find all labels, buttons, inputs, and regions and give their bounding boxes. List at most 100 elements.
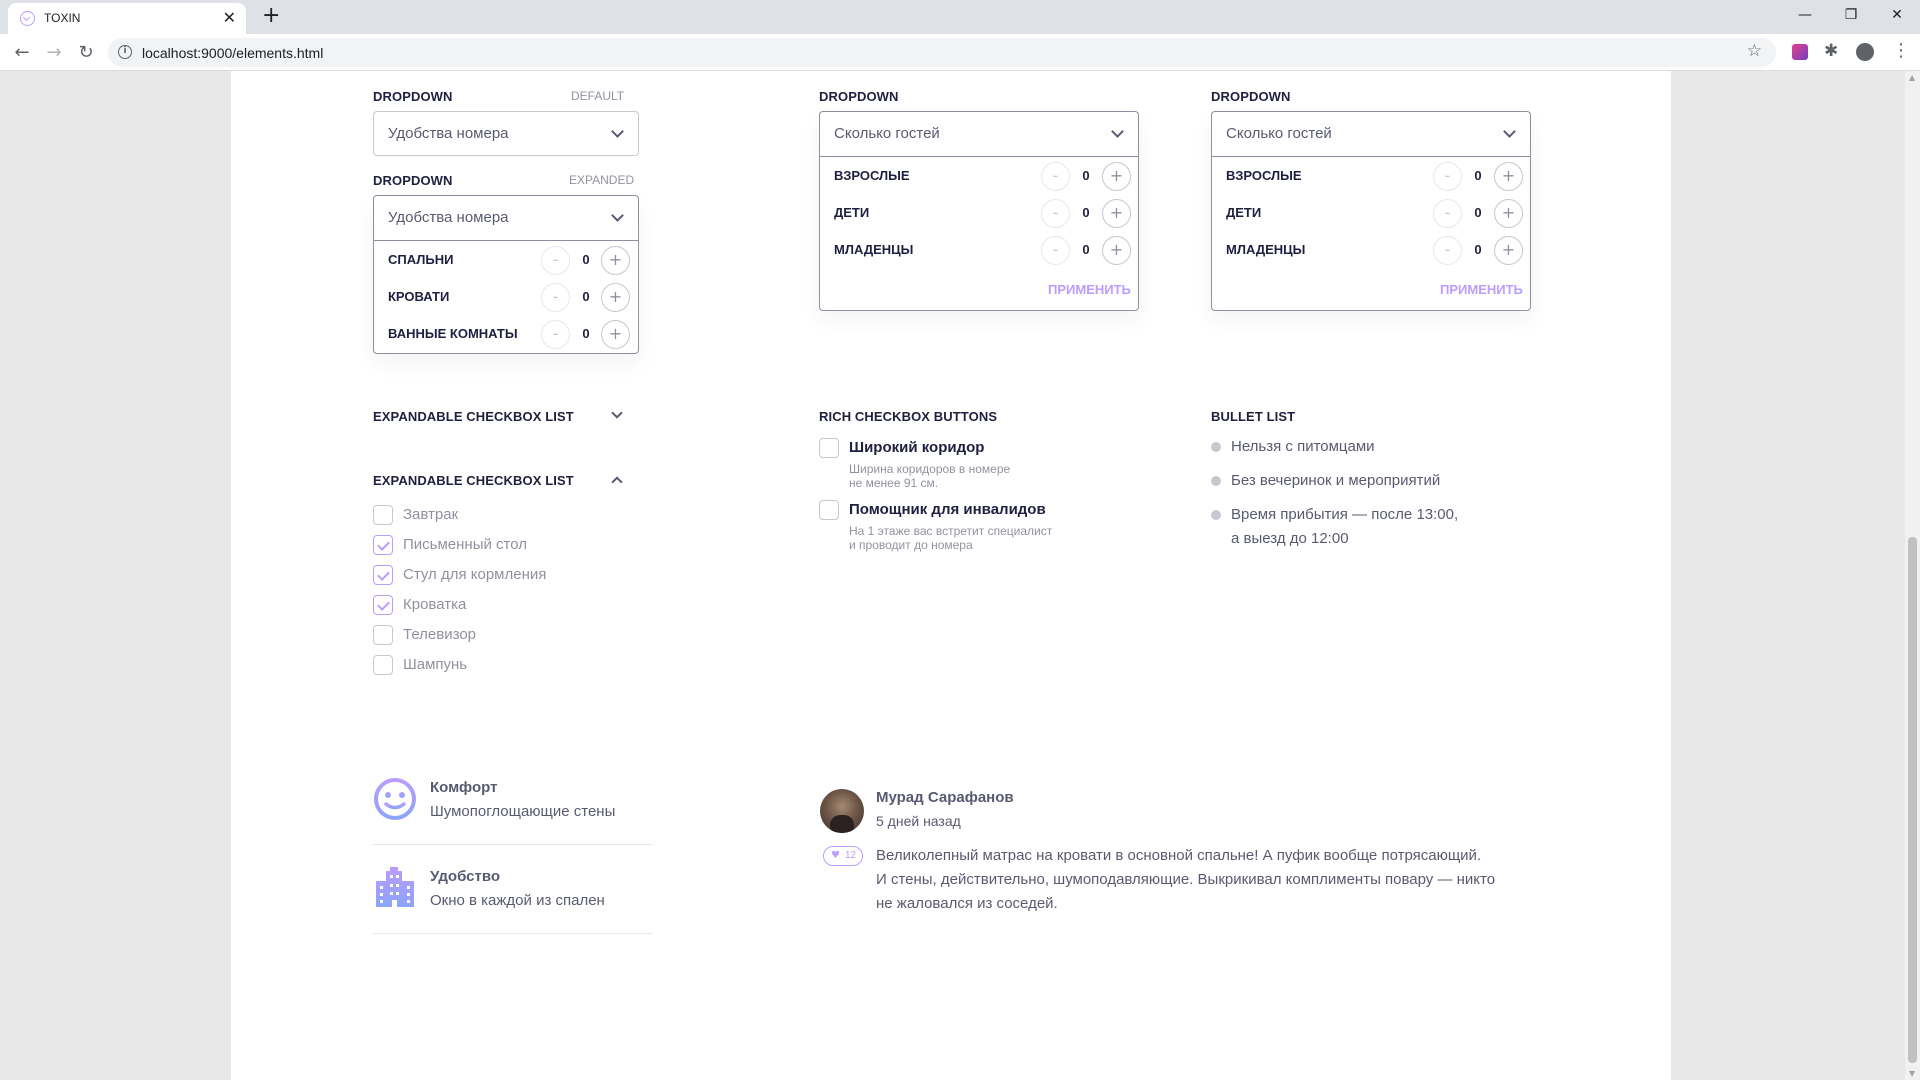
- bullet-item-continuation: а выезд до 12:00: [1231, 530, 1349, 547]
- feature-divider: [373, 933, 653, 934]
- back-button[interactable]: ←: [10, 40, 34, 64]
- counter-value: 0: [1082, 205, 1090, 220]
- bullet-item: Нельзя с питомцами: [1231, 438, 1375, 455]
- counter-value: 0: [582, 326, 590, 341]
- apply-button[interactable]: Применить: [1048, 282, 1131, 297]
- increment-button[interactable]: +: [1494, 162, 1523, 191]
- dropdown-default-title: Dropdown: [373, 89, 453, 104]
- dropdown-expanded-title: Dropdown: [373, 173, 453, 188]
- increment-button[interactable]: +: [1494, 199, 1523, 228]
- counter-value: 0: [1082, 168, 1090, 183]
- checkbox-label[interactable]: Шампунь: [403, 656, 467, 673]
- decrement-button[interactable]: -: [1041, 162, 1070, 191]
- chevron-down-icon[interactable]: [1111, 125, 1124, 138]
- profile-avatar-icon[interactable]: [1856, 43, 1874, 61]
- feature-description: Шумопоглощающие стены: [430, 803, 616, 820]
- checkbox-desk[interactable]: [373, 535, 393, 555]
- guests-dropdown-b[interactable]: Сколько гостей Взрослые - 0 + Дети - 0 +…: [1211, 111, 1531, 311]
- increment-button[interactable]: +: [1102, 236, 1131, 265]
- checkbox-list-expanded-title[interactable]: Expandable checkbox list: [373, 473, 574, 488]
- address-bar[interactable]: i localhost:9000/elements.html ☆: [108, 38, 1776, 67]
- bookmark-star-icon[interactable]: ☆: [1747, 41, 1762, 61]
- browser-menu-icon[interactable]: ⋮: [1892, 40, 1912, 61]
- dropdown-header[interactable]: Сколько гостей: [1212, 112, 1530, 156]
- counter-label: Младенцы: [834, 242, 914, 257]
- feature-title: Комфорт: [430, 779, 498, 796]
- reload-button[interactable]: ↻: [74, 40, 98, 64]
- rich-checkbox-disabled-assistant[interactable]: [819, 500, 839, 520]
- checkbox-label[interactable]: Стул для кормления: [403, 566, 546, 583]
- review-author: Мурад Сарафанов: [876, 789, 1014, 806]
- increment-button[interactable]: +: [1102, 162, 1131, 191]
- chevron-down-icon[interactable]: [611, 125, 624, 138]
- url-text[interactable]: localhost:9000/elements.html: [142, 45, 323, 61]
- decrement-button[interactable]: -: [1041, 199, 1070, 228]
- increment-button[interactable]: +: [1102, 199, 1131, 228]
- counter-row-infants: Младенцы - 0 +: [1212, 231, 1530, 268]
- checkbox-label[interactable]: Телевизор: [403, 626, 476, 643]
- increment-button[interactable]: +: [601, 246, 630, 275]
- decrement-button[interactable]: -: [541, 246, 570, 275]
- new-tab-button[interactable]: +: [262, 4, 280, 28]
- decrement-button[interactable]: -: [1433, 162, 1462, 191]
- decrement-button[interactable]: -: [541, 320, 570, 349]
- counter-row-beds: Кровати - 0 +: [374, 278, 638, 315]
- page-content: Dropdown default Удобства номера Dropdow…: [231, 71, 1671, 1080]
- checkbox-label[interactable]: Письменный стол: [403, 536, 527, 553]
- dropdown-default-hint: default: [571, 89, 625, 103]
- counter-label: Дети: [1226, 205, 1262, 220]
- guests-dropdown-a[interactable]: Сколько гостей Взрослые - 0 + Дети - 0 +…: [819, 111, 1139, 311]
- increment-button[interactable]: +: [1494, 236, 1523, 265]
- scrollbar-thumb[interactable]: [1908, 537, 1917, 1063]
- close-window-button[interactable]: ✕: [1874, 0, 1920, 30]
- forward-button[interactable]: →: [42, 40, 66, 64]
- chevron-down-icon[interactable]: [1503, 125, 1516, 138]
- tab-close-icon[interactable]: ✕: [223, 8, 236, 27]
- counter-value: 0: [582, 289, 590, 304]
- checkbox-list-collapsed-title[interactable]: Expandable checkbox list: [373, 409, 574, 424]
- review-text-line: не жаловался из соседей.: [876, 895, 1058, 912]
- checkbox-breakfast[interactable]: [373, 505, 393, 525]
- dropdown-header[interactable]: Удобства номера: [374, 112, 638, 156]
- dropdown-placeholder: Удобства номера: [388, 125, 509, 142]
- counter-row-children: Дети - 0 +: [820, 194, 1138, 231]
- decrement-button[interactable]: -: [1433, 236, 1462, 265]
- decrement-button[interactable]: -: [1433, 199, 1462, 228]
- extensions-puzzle-icon[interactable]: ✱: [1824, 41, 1844, 61]
- like-button[interactable]: ♥ 12: [823, 846, 863, 866]
- site-info-icon[interactable]: i: [118, 45, 132, 59]
- rich-checkbox-wide-corridor[interactable]: [819, 438, 839, 458]
- increment-button[interactable]: +: [601, 283, 630, 312]
- checkbox-label[interactable]: Завтрак: [403, 506, 458, 523]
- rich-checkbox-label[interactable]: Широкий коридор: [849, 439, 984, 456]
- checkbox-crib[interactable]: [373, 595, 393, 615]
- scroll-up-arrow-icon[interactable]: ▲: [1909, 73, 1915, 82]
- checkbox-label[interactable]: Кроватка: [403, 596, 466, 613]
- extension-icon[interactable]: [1792, 44, 1808, 60]
- browser-tab[interactable]: TOXIN ✕: [8, 3, 246, 34]
- chevron-down-icon[interactable]: [611, 407, 623, 419]
- minimize-button[interactable]: —: [1782, 0, 1828, 30]
- chevron-up-icon[interactable]: [611, 476, 623, 488]
- bullet-dot: [1211, 476, 1221, 486]
- dropdown-header[interactable]: Сколько гостей: [820, 112, 1138, 156]
- dropdown-header[interactable]: Удобства номера: [374, 196, 638, 240]
- tab-title: TOXIN: [44, 11, 81, 25]
- bullet-list-title: Bullet list: [1211, 409, 1296, 424]
- checkbox-shampoo[interactable]: [373, 655, 393, 675]
- decrement-button[interactable]: -: [1041, 236, 1070, 265]
- counter-label: Дети: [834, 205, 870, 220]
- counter-row-adults: Взрослые - 0 +: [820, 157, 1138, 194]
- page-scrollbar[interactable]: ▲ ▼: [1905, 71, 1920, 1080]
- restore-button[interactable]: ❐: [1828, 0, 1874, 30]
- amenities-dropdown-default[interactable]: Удобства номера: [373, 111, 639, 156]
- scroll-down-arrow-icon[interactable]: ▼: [1909, 1069, 1915, 1078]
- increment-button[interactable]: +: [601, 320, 630, 349]
- checkbox-tv[interactable]: [373, 625, 393, 645]
- apply-button[interactable]: Применить: [1440, 282, 1523, 297]
- checkbox-high-chair[interactable]: [373, 565, 393, 585]
- chevron-down-icon[interactable]: [611, 209, 624, 222]
- decrement-button[interactable]: -: [541, 283, 570, 312]
- rich-checkbox-label[interactable]: Помощник для инвалидов: [849, 501, 1046, 518]
- amenities-dropdown-expanded[interactable]: Удобства номера Спальни - 0 + Кровати - …: [373, 195, 639, 354]
